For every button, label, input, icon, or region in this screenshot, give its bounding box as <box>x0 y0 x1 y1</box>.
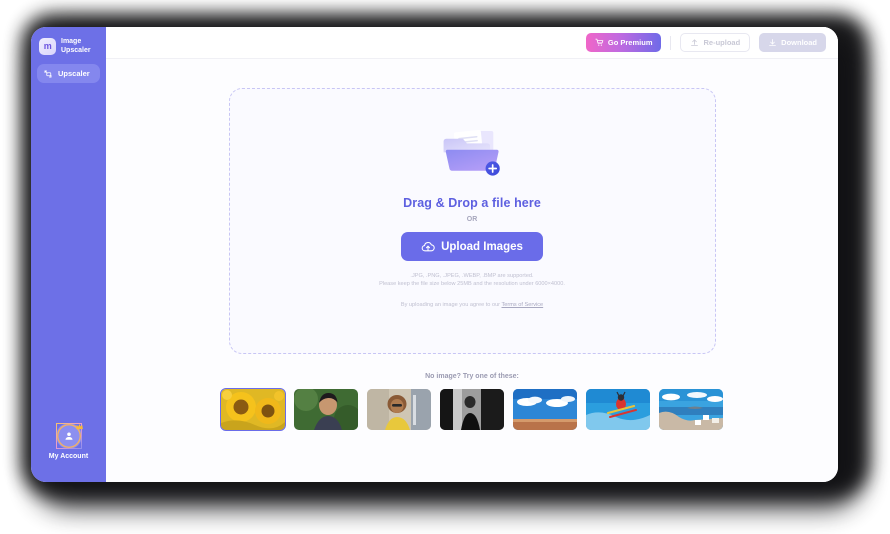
top-header: Go Premium Re-upload Download <box>106 27 838 59</box>
supported-formats-hint: .JPG, .PNG, .JPEG, .WEBP, .BMP are suppo… <box>410 273 534 279</box>
sample-thumb-sunflowers[interactable] <box>220 388 286 431</box>
download-button[interactable]: Download <box>759 33 826 52</box>
desert-sky-clouds-image <box>513 389 577 430</box>
sample-thumb-coastal[interactable] <box>659 389 723 430</box>
upload-arrow-icon <box>691 39 699 46</box>
account-block[interactable]: My Account <box>31 423 106 460</box>
sidebar-item-label: Upscaler <box>58 69 90 78</box>
crown-badge-icon <box>75 423 83 430</box>
app-window: m Image Upscaler Upscaler My Account Go … <box>31 27 838 482</box>
sidebar: m Image Upscaler Upscaler My Account <box>31 27 106 482</box>
terms-of-service-link[interactable]: Terms of Service <box>502 302 544 308</box>
skier-blue-sky-image <box>586 389 650 430</box>
sidebar-item-upscaler[interactable]: Upscaler <box>37 64 100 83</box>
upscale-icon <box>44 70 52 77</box>
account-label: My Account <box>48 453 89 460</box>
brand-name-line2: Upscaler <box>61 46 91 54</box>
samples-title: No image? Try one of these: <box>425 373 519 380</box>
brand-name: Image Upscaler <box>61 38 91 55</box>
sunflowers-image <box>221 389 285 430</box>
sample-images-row <box>220 388 723 431</box>
app-logo-icon: m <box>39 38 56 55</box>
man-portrait-image <box>294 389 358 430</box>
cloud-upload-icon <box>421 241 435 251</box>
coastal-sea-town-image <box>659 389 723 430</box>
folder-with-documents-plus-icon <box>443 129 500 176</box>
dropzone-title: Drag & Drop a file here <box>403 196 541 210</box>
download-label: Download <box>781 38 817 47</box>
re-upload-label: Re-upload <box>703 38 741 47</box>
terms-notice: By uploading an image you agree to our T… <box>401 302 543 308</box>
black-and-white-person-image <box>440 389 504 430</box>
main-area: Go Premium Re-upload Download Drag & Dro… <box>106 27 838 482</box>
upload-images-label: Upload Images <box>441 240 523 253</box>
sample-thumb-skier[interactable] <box>586 389 650 430</box>
terms-prefix: By uploading an image you agree to our <box>400 302 502 308</box>
content-area: Drag & Drop a file here OR Upload Images… <box>106 59 838 482</box>
go-premium-label: Go Premium <box>607 38 653 47</box>
sample-thumb-black-and-white[interactable] <box>440 389 504 430</box>
brand-name-line1: Image <box>61 38 82 45</box>
upload-images-button[interactable]: Upload Images <box>401 232 543 261</box>
file-limits-hint: Please keep the file size below 25MB and… <box>379 281 565 287</box>
page-root: m Image Upscaler Upscaler My Account Go … <box>0 0 890 534</box>
person-glyph-icon <box>65 432 72 440</box>
re-upload-button[interactable]: Re-upload <box>680 33 751 52</box>
go-premium-button[interactable]: Go Premium <box>585 33 662 52</box>
sample-thumb-man-portrait[interactable] <box>294 389 358 430</box>
app-logo-glyph: m <box>43 41 52 51</box>
woman-portrait-image <box>367 389 431 430</box>
avatar[interactable] <box>55 423 83 449</box>
brand-logo-block[interactable]: m Image Upscaler <box>31 27 106 55</box>
sample-thumb-woman-portrait[interactable] <box>367 389 431 430</box>
header-divider <box>670 35 672 50</box>
file-dropzone[interactable]: Drag & Drop a file here OR Upload Images… <box>228 88 716 354</box>
cart-icon <box>595 38 604 46</box>
sample-thumb-desert-sky[interactable] <box>513 389 577 430</box>
download-arrow-icon <box>769 39 777 46</box>
dropzone-or-text: OR <box>466 216 478 223</box>
